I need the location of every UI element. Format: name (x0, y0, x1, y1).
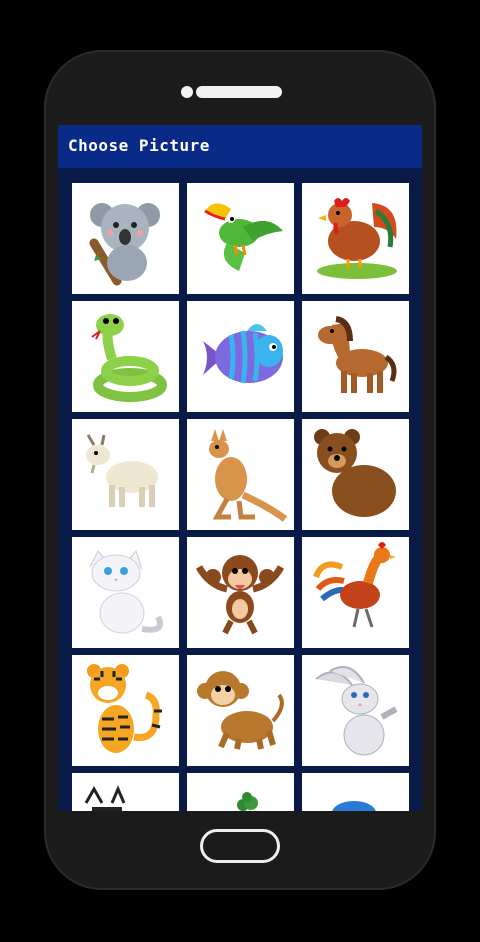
picture-tile-tiger[interactable] (72, 655, 179, 766)
picture-tile-rooster[interactable] (302, 537, 409, 648)
picture-tile-horse[interactable] (302, 301, 409, 412)
home-button[interactable] (200, 829, 280, 863)
picture-tile-cat[interactable] (72, 537, 179, 648)
kangaroo-icon (209, 429, 288, 522)
picture-tile-bear[interactable] (302, 419, 409, 530)
page-title: Choose Picture (68, 136, 210, 155)
app-bar: Choose Picture (58, 125, 422, 168)
plant-icon (237, 792, 258, 811)
picture-tile-koala[interactable] (72, 183, 179, 294)
bear-icon (314, 429, 396, 517)
rooster-icon (313, 542, 396, 628)
picture-tile-bird[interactable] (302, 773, 409, 811)
picture-tile-snake[interactable] (72, 301, 179, 412)
picture-tile-hen[interactable] (302, 183, 409, 294)
app-screen: Choose Picture (58, 125, 422, 811)
cat-icon (89, 549, 163, 634)
earpiece-speaker (196, 86, 282, 98)
horse-icon (318, 316, 397, 393)
picture-tile-toucan[interactable] (187, 183, 294, 294)
picture-tile-zebra[interactable] (72, 773, 179, 811)
tiger-icon (87, 664, 162, 753)
fish-icon (203, 324, 283, 384)
koala-icon (89, 203, 160, 286)
picture-tile-monkey-waving[interactable] (187, 537, 294, 648)
picture-tile-monkey-sitting[interactable] (187, 655, 294, 766)
bird-icon (332, 801, 376, 811)
front-camera-icon (181, 86, 193, 98)
hen-icon (317, 198, 397, 279)
monkey-sitting-icon (197, 671, 284, 750)
picture-tile-goat[interactable] (72, 419, 179, 530)
picture-tile-kangaroo[interactable] (187, 419, 294, 530)
picture-tile-plant[interactable] (187, 773, 294, 811)
monkey-waving-icon (195, 555, 285, 635)
snake-icon (91, 314, 167, 402)
zebra-icon (84, 785, 126, 811)
goat-icon (86, 434, 158, 507)
toucan-icon (204, 203, 283, 271)
picture-tile-rabbit[interactable] (302, 655, 409, 766)
picture-tile-fish[interactable] (187, 301, 294, 412)
rabbit-icon (315, 666, 398, 756)
